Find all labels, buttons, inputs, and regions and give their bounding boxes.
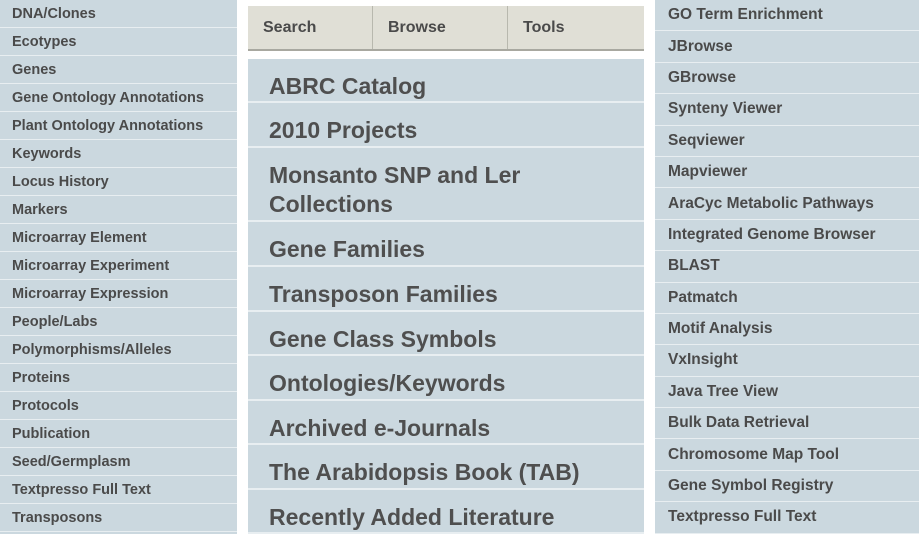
browse-item-transposon-families[interactable]: Transposon Families (248, 267, 644, 312)
tab-search[interactable]: Search (248, 6, 373, 49)
search-category-gene-ontology-annotations[interactable]: Gene Ontology Annotations (0, 84, 237, 112)
tab-tools[interactable]: Tools (508, 6, 644, 49)
search-category-textpresso-full-text[interactable]: Textpresso Full Text (0, 476, 237, 504)
browse-list: ABRC Catalog 2010 Projects Monsanto SNP … (248, 59, 644, 534)
tools-panel: GO Term Enrichment JBrowse GBrowse Synte… (655, 0, 919, 534)
tool-synteny-viewer[interactable]: Synteny Viewer (655, 94, 919, 126)
tool-bulk-data-retrieval[interactable]: Bulk Data Retrieval (655, 408, 919, 440)
search-category-proteins[interactable]: Proteins (0, 364, 237, 392)
search-category-plant-ontology-annotations[interactable]: Plant Ontology Annotations (0, 112, 237, 140)
search-category-polymorphisms-alleles[interactable]: Polymorphisms/Alleles (0, 336, 237, 364)
search-category-keywords[interactable]: Keywords (0, 140, 237, 168)
browse-item-gene-families[interactable]: Gene Families (248, 222, 644, 267)
tool-textpresso-full-text[interactable]: Textpresso Full Text (655, 502, 919, 534)
search-category-microarray-experiment[interactable]: Microarray Experiment (0, 252, 237, 280)
search-category-people-labs[interactable]: People/Labs (0, 308, 237, 336)
browse-item-2010-projects[interactable]: 2010 Projects (248, 103, 644, 148)
tool-gene-symbol-registry[interactable]: Gene Symbol Registry (655, 471, 919, 503)
tool-motif-analysis[interactable]: Motif Analysis (655, 314, 919, 346)
search-category-markers[interactable]: Markers (0, 196, 237, 224)
browse-item-arabidopsis-book[interactable]: The Arabidopsis Book (TAB) (248, 445, 644, 490)
search-category-locus-history[interactable]: Locus History (0, 168, 237, 196)
tool-blast[interactable]: BLAST (655, 251, 919, 283)
tool-chromosome-map-tool[interactable]: Chromosome Map Tool (655, 439, 919, 471)
search-category-microarray-element[interactable]: Microarray Element (0, 224, 237, 252)
browse-item-abrc-catalog[interactable]: ABRC Catalog (248, 59, 644, 103)
search-category-panel: DNA/Clones Ecotypes Genes Gene Ontology … (0, 0, 237, 534)
tool-seqviewer[interactable]: Seqviewer (655, 126, 919, 157)
search-category-seed-germplasm[interactable]: Seed/Germplasm (0, 448, 237, 476)
browse-item-gene-class-symbols[interactable]: Gene Class Symbols (248, 312, 644, 356)
search-category-ecotypes[interactable]: Ecotypes (0, 28, 237, 56)
search-category-protocols[interactable]: Protocols (0, 392, 237, 420)
tool-go-term-enrichment[interactable]: GO Term Enrichment (655, 0, 919, 32)
tool-aracyc-metabolic-pathways[interactable]: AraCyc Metabolic Pathways (655, 188, 919, 220)
browse-item-monsanto-snp-ler-collections[interactable]: Monsanto SNP and Ler Collections (248, 148, 644, 222)
tab-bar: Search Browse Tools (248, 6, 644, 51)
browse-item-recently-added-literature[interactable]: Recently Added Literature (248, 490, 644, 534)
search-category-genes[interactable]: Genes (0, 56, 237, 84)
tab-browse[interactable]: Browse (373, 6, 508, 49)
browse-item-ontologies-keywords[interactable]: Ontologies/Keywords (248, 356, 644, 401)
search-category-publication[interactable]: Publication (0, 420, 237, 448)
tool-java-tree-view[interactable]: Java Tree View (655, 377, 919, 409)
tool-vxinsight[interactable]: VxInsight (655, 345, 919, 377)
search-category-list: DNA/Clones Ecotypes Genes Gene Ontology … (0, 0, 237, 532)
tool-jbrowse[interactable]: JBrowse (655, 31, 919, 63)
search-category-microarray-expression[interactable]: Microarray Expression (0, 280, 237, 308)
browse-panel: Search Browse Tools ABRC Catalog 2010 Pr… (248, 0, 644, 534)
tools-list: GO Term Enrichment JBrowse GBrowse Synte… (655, 0, 919, 534)
browse-item-archived-e-journals[interactable]: Archived e-Journals (248, 401, 644, 445)
tool-gbrowse[interactable]: GBrowse (655, 63, 919, 95)
tool-integrated-genome-browser[interactable]: Integrated Genome Browser (655, 220, 919, 252)
tool-patmatch[interactable]: Patmatch (655, 283, 919, 314)
search-category-dna-clones[interactable]: DNA/Clones (0, 0, 237, 28)
search-category-transposons[interactable]: Transposons (0, 504, 237, 532)
tool-mapviewer[interactable]: Mapviewer (655, 157, 919, 189)
